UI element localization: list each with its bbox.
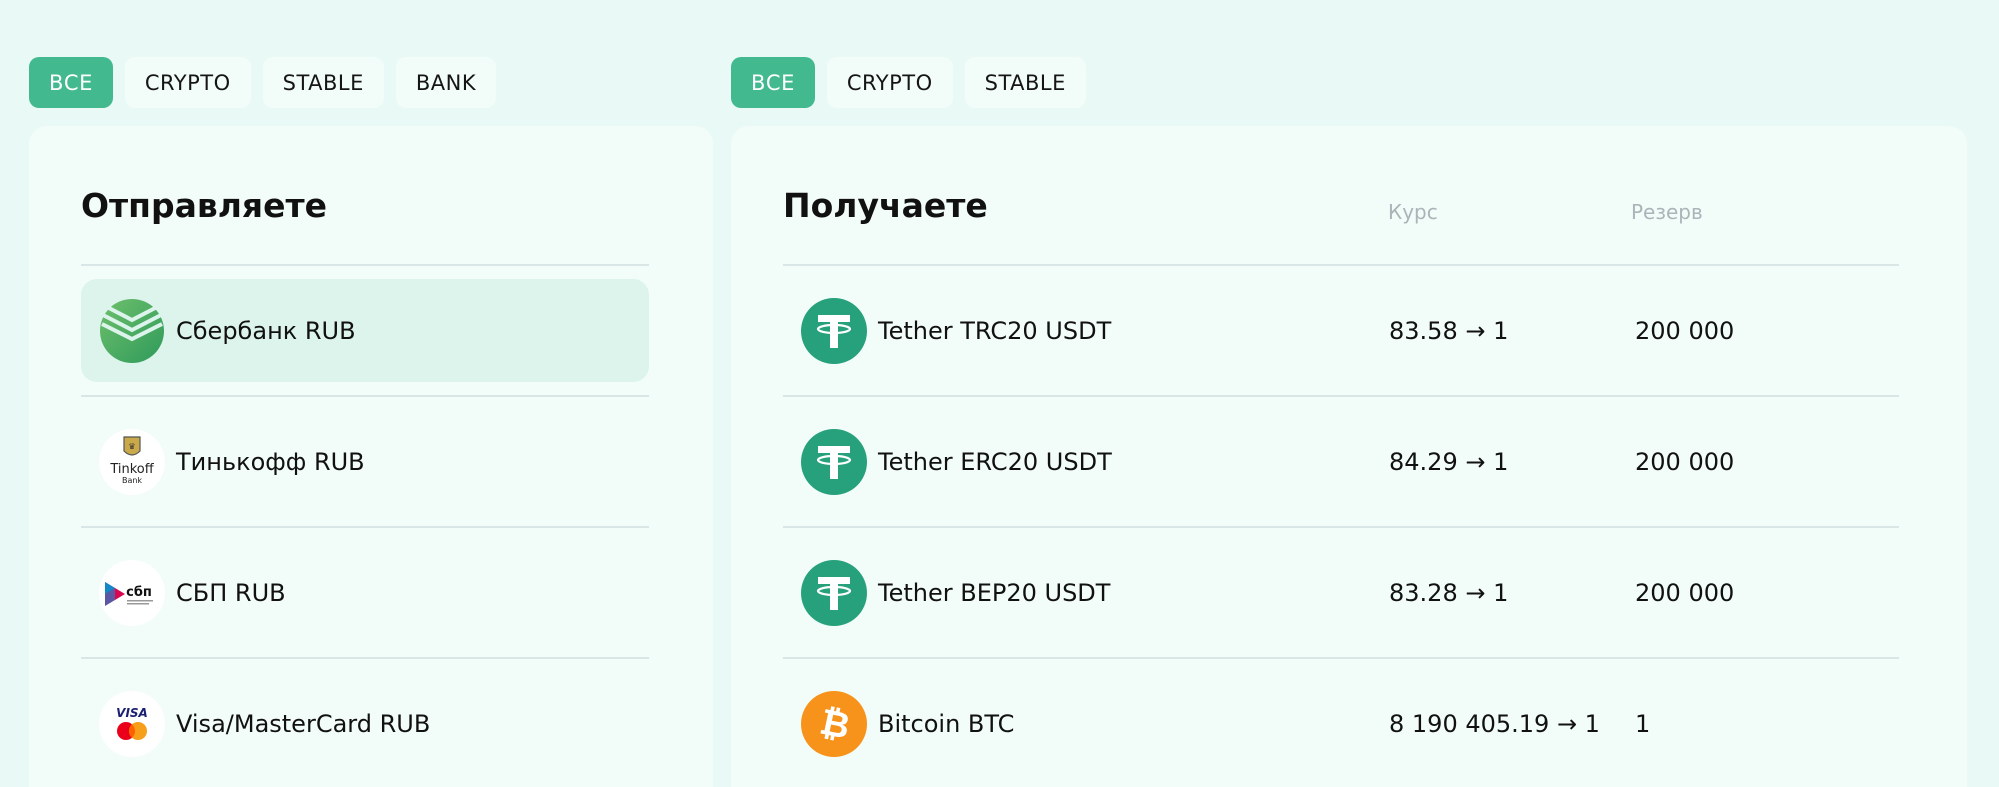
rate-column-header: Курс — [1388, 200, 1438, 224]
svg-text:сбп: сбп — [126, 585, 152, 600]
sberbank-logo-icon — [99, 298, 165, 364]
reserve-amount: 200 000 — [1635, 447, 1735, 476]
receive-item-label: Tether TRC20 USDT — [878, 316, 1112, 345]
tinkoff-logo-icon: ♛ Tinkoff Bank — [99, 428, 165, 495]
send-tab-bank[interactable]: BANK — [395, 57, 497, 108]
receive-tab-crypto[interactable]: CRYPTO — [826, 57, 953, 108]
send-panel: Отправляете Сбербанк RUB ♛ Tinkoff Bank … — [29, 126, 713, 787]
send-item-sbp[interactable]: сбп СБП RUB — [81, 526, 649, 657]
receive-item-tether-bep20[interactable]: Tether BEP20 USDT 83.28 → 1 200 000 — [783, 526, 1899, 657]
send-item-label: Visa/MasterCard RUB — [176, 709, 431, 738]
receive-item-label: Tether BEP20 USDT — [878, 578, 1111, 607]
receive-item-tether-trc20[interactable]: Tether TRC20 USDT 83.58 → 1 200 000 — [783, 264, 1899, 395]
receive-tab-stable[interactable]: STABLE — [964, 57, 1086, 108]
send-filter-tabs: ВСЕ CRYPTO STABLE BANK — [29, 57, 497, 108]
receive-item-label: Tether ERC20 USDT — [878, 447, 1112, 476]
exchange-rate: 8 190 405.19 → 1 — [1389, 709, 1600, 738]
send-list: Сбербанк RUB ♛ Tinkoff Bank Тинькофф RUB… — [81, 264, 649, 787]
exchange-rate: 84.29 → 1 — [1389, 447, 1509, 476]
receive-list: Tether TRC20 USDT 83.58 → 1 200 000 Teth… — [783, 264, 1899, 787]
bitcoin-icon: ₿ — [801, 690, 867, 757]
svg-text:♛: ♛ — [128, 442, 135, 451]
reserve-column-header: Резерв — [1631, 200, 1703, 224]
receive-panel: Получаете Курс Резерв Tether TRC20 USDT … — [731, 126, 1967, 787]
receive-item-label: Bitcoin BTC — [878, 709, 1015, 738]
send-item-label: СБП RUB — [176, 578, 286, 607]
receive-filter-tabs: ВСЕ CRYPTO STABLE — [731, 57, 1086, 108]
visa-mastercard-logo-icon: VISA — [99, 690, 165, 757]
send-item-visa-mastercard[interactable]: VISA Visa/MasterCard RUB — [81, 657, 649, 787]
reserve-amount: 200 000 — [1635, 578, 1735, 607]
svg-text:VISA: VISA — [116, 706, 148, 720]
send-tab-crypto[interactable]: CRYPTO — [124, 57, 251, 108]
sbp-logo-icon: сбп — [99, 559, 165, 626]
svg-text:₿: ₿ — [816, 701, 853, 747]
tether-icon — [801, 297, 867, 364]
receive-item-tether-erc20[interactable]: Tether ERC20 USDT 84.29 → 1 200 000 — [783, 395, 1899, 526]
tether-icon — [801, 559, 867, 626]
send-tab-stable[interactable]: STABLE — [262, 57, 384, 108]
reserve-amount: 1 — [1635, 709, 1651, 738]
svg-text:Tinkoff: Tinkoff — [109, 462, 154, 477]
reserve-amount: 200 000 — [1635, 316, 1735, 345]
send-item-sberbank[interactable]: Сбербанк RUB — [81, 264, 649, 395]
send-panel-title: Отправляете — [81, 186, 328, 225]
exchange-rate: 83.58 → 1 — [1389, 316, 1509, 345]
tether-icon — [801, 428, 867, 495]
svg-text:Bank: Bank — [122, 476, 142, 485]
send-item-label: Тинькофф RUB — [176, 447, 365, 476]
send-item-label: Сбербанк RUB — [176, 316, 356, 345]
receive-panel-title: Получаете — [783, 186, 988, 225]
receive-item-bitcoin[interactable]: ₿ Bitcoin BTC 8 190 405.19 → 1 1 — [783, 657, 1899, 787]
send-item-tinkoff[interactable]: ♛ Tinkoff Bank Тинькофф RUB — [81, 395, 649, 526]
receive-tab-all[interactable]: ВСЕ — [731, 57, 815, 108]
exchange-rate: 83.28 → 1 — [1389, 578, 1509, 607]
send-tab-all[interactable]: ВСЕ — [29, 57, 113, 108]
